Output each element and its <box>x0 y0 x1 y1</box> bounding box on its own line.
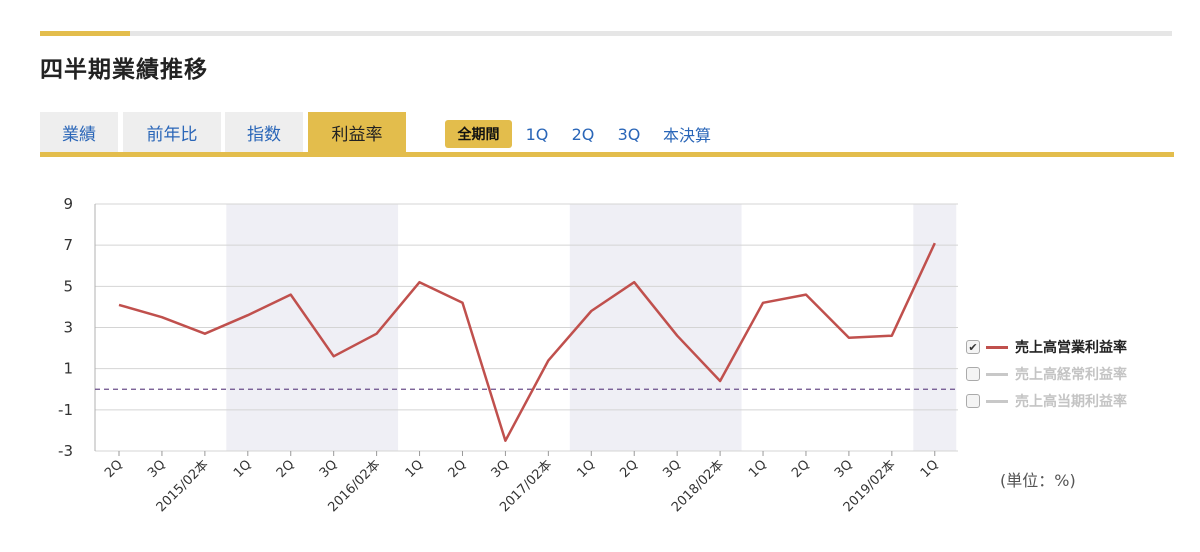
period-filter-all[interactable]: 全期間 <box>445 120 512 148</box>
x-tick-label: 3Q <box>832 457 856 481</box>
legend-checkbox-unchecked[interactable] <box>966 394 980 408</box>
x-tick-label: 1Q <box>403 457 427 481</box>
x-tick-label: 1Q <box>231 457 255 481</box>
tab-year-over-year[interactable]: 前年比 <box>123 112 221 152</box>
x-tick-label: 1Q <box>574 457 598 481</box>
tab-profit-margin[interactable]: 利益率 <box>308 112 406 152</box>
y-tick-label: 5 <box>63 277 73 295</box>
legend-swatch <box>986 372 1008 376</box>
period-filter-2q[interactable]: 2Q <box>566 120 600 148</box>
section-rule-accent <box>40 31 130 36</box>
tab-index[interactable]: 指数 <box>225 112 303 152</box>
period-filter-3q[interactable]: 3Q <box>612 120 646 148</box>
y-tick-label: 1 <box>63 360 73 378</box>
x-tick-label: 3Q <box>660 457 684 481</box>
legend-item-operating-margin[interactable]: ✔ 売上高営業利益率 <box>966 337 1127 357</box>
tab-bar-underline <box>40 152 1174 157</box>
x-tick-label: 1Q <box>746 457 770 481</box>
y-tick-label: 3 <box>63 319 73 337</box>
legend-label: 売上高経常利益率 <box>1015 367 1127 383</box>
x-tick-label: 3Q <box>145 457 169 481</box>
x-tick-label: 3Q <box>489 457 513 481</box>
x-tick-label: 2Q <box>617 457 641 481</box>
y-tick-label: -1 <box>58 401 73 419</box>
section-top-rule <box>40 31 1172 36</box>
legend-checkbox-checked[interactable]: ✔ <box>966 340 980 354</box>
legend-swatch <box>986 345 1008 349</box>
x-tick-label: 1Q <box>918 457 942 481</box>
period-filter-full-year[interactable]: 本決算 <box>656 120 718 148</box>
x-tick-label: 2Q <box>102 457 126 481</box>
y-tick-label: 7 <box>63 236 73 254</box>
legend-item-ordinary-margin[interactable]: 売上高経常利益率 <box>966 364 1127 384</box>
legend-label: 売上高営業利益率 <box>1015 340 1127 356</box>
x-tick-label: 3Q <box>317 457 341 481</box>
profit-margin-chart: 97531-1-32Q 3Q2015/02本 1Q 2Q 3Q2016/02本 1Q 2Q 3… <box>58 195 958 515</box>
x-tick-label: 2Q <box>274 457 298 481</box>
tab-performance[interactable]: 業績 <box>40 112 118 152</box>
legend-label: 売上高当期利益率 <box>1015 394 1127 410</box>
period-filter-1q[interactable]: 1Q <box>522 120 552 148</box>
legend-swatch <box>986 399 1008 403</box>
section-title: 四半期業績推移 <box>40 57 208 83</box>
legend-checkbox-unchecked[interactable] <box>966 367 980 381</box>
x-tick-label: 2Q <box>446 457 470 481</box>
y-tick-label: -3 <box>58 442 73 460</box>
y-tick-label: 9 <box>63 195 73 213</box>
tab-bar: 業績 前年比 指数 利益率 <box>40 112 1174 157</box>
x-tick-label: 2Q <box>789 457 813 481</box>
legend-item-net-margin[interactable]: 売上高当期利益率 <box>966 391 1127 411</box>
unit-label: (単位：%) <box>1000 471 1076 490</box>
